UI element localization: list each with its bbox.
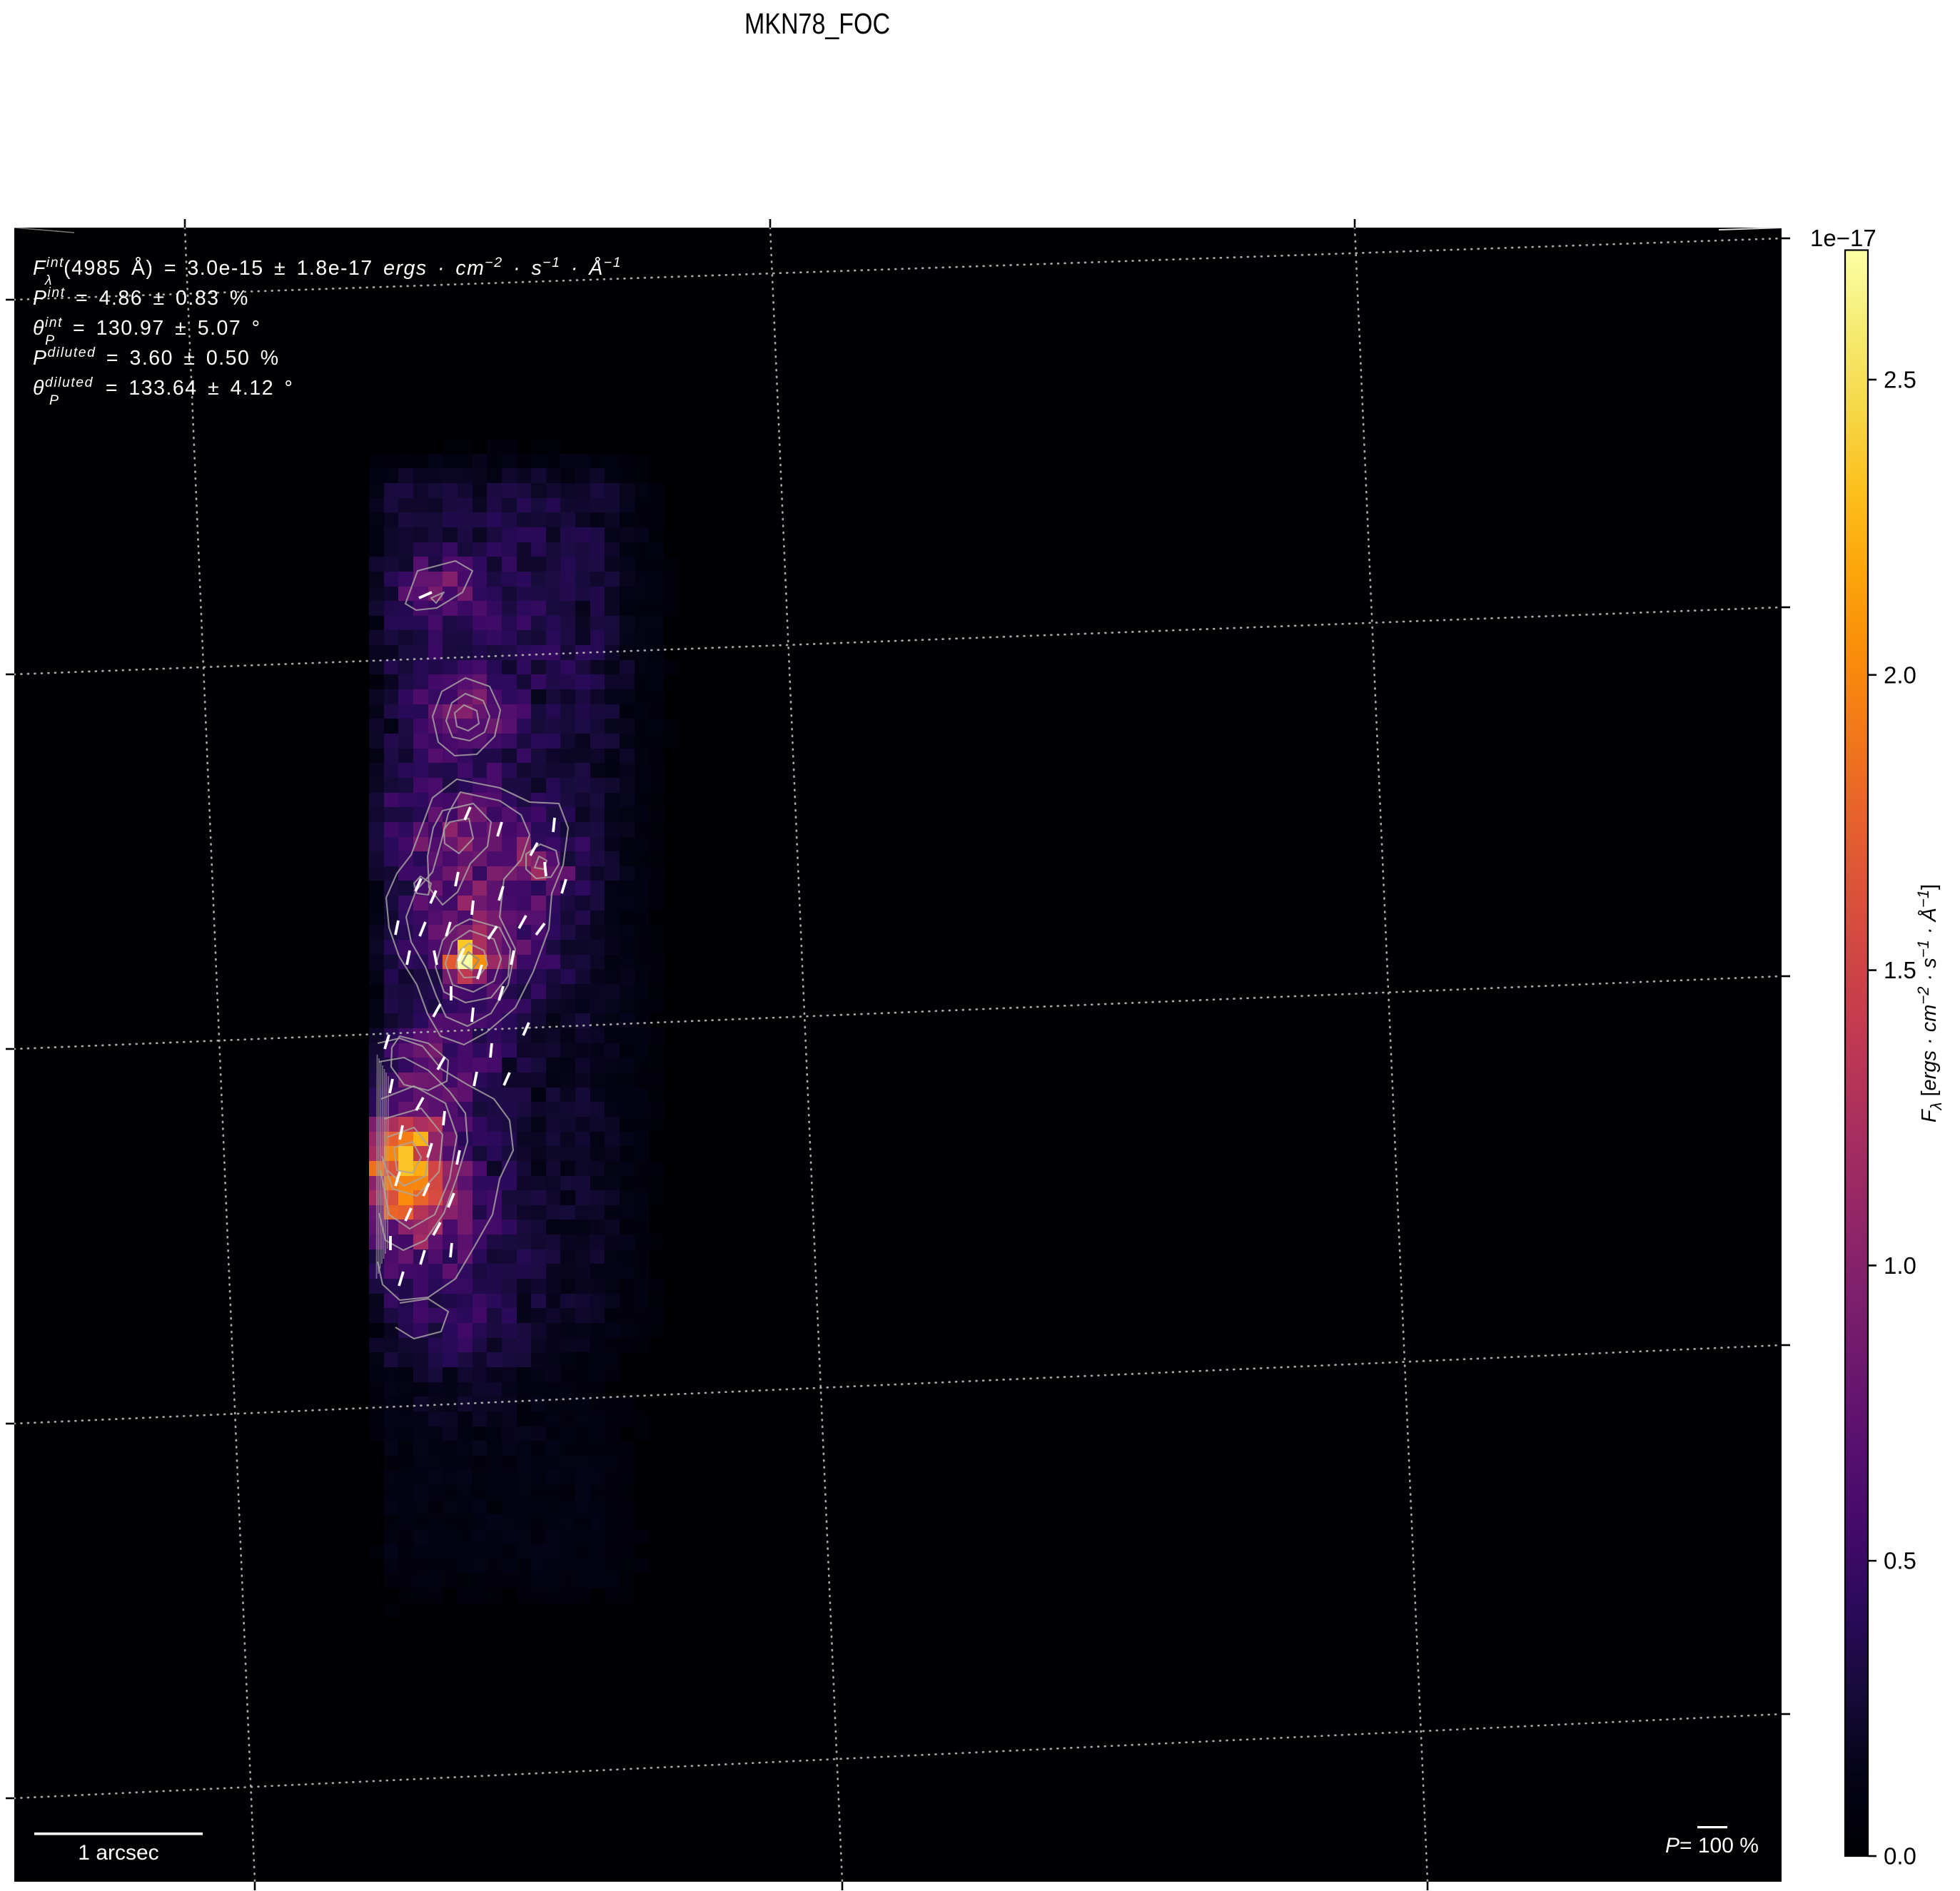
svg-text:1.0: 1.0: [1884, 1252, 1916, 1279]
svg-text:2.0: 2.0: [1884, 661, 1916, 688]
svg-text:0.5: 0.5: [1884, 1548, 1916, 1574]
svg-text:Pint = 4.86 ± 0.83 %: Pint = 4.86 ± 0.83 %: [33, 285, 249, 310]
svg-text:1.5: 1.5: [1884, 957, 1916, 983]
svg-text:2.5: 2.5: [1884, 367, 1916, 393]
svg-text:1 arcsec: 1 arcsec: [78, 1841, 158, 1865]
svg-text:MKN78_FOC: MKN78_FOC: [744, 7, 890, 40]
svg-text:P= 100 %: P= 100 %: [1665, 1834, 1759, 1857]
svg-text:0.0: 0.0: [1884, 1843, 1916, 1870]
svg-text:1e−17: 1e−17: [1810, 225, 1876, 251]
